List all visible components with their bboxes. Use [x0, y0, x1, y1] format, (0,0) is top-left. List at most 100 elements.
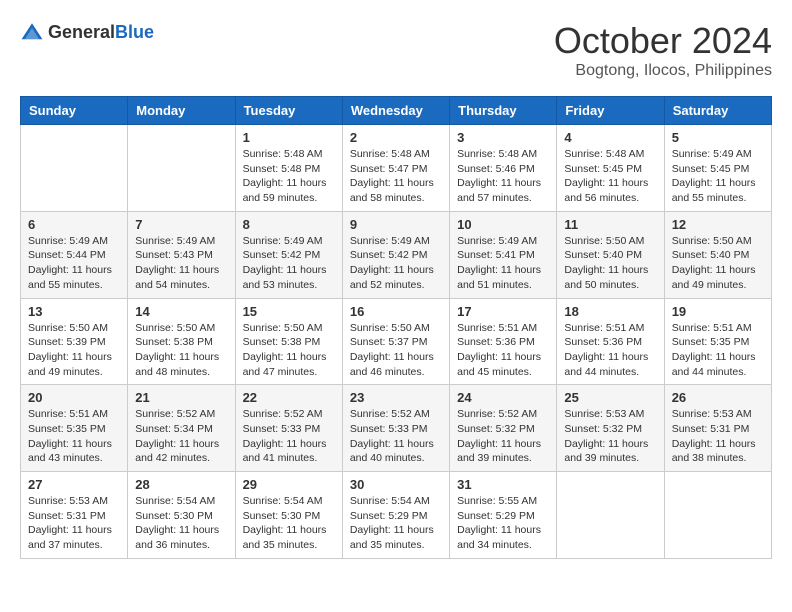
day-number: 11 — [564, 217, 656, 232]
day-info: Sunrise: 5:49 AM Sunset: 5:44 PM Dayligh… — [28, 234, 120, 293]
calendar-cell: 10Sunrise: 5:49 AM Sunset: 5:41 PM Dayli… — [450, 211, 557, 298]
day-number: 23 — [350, 390, 442, 405]
day-info: Sunrise: 5:49 AM Sunset: 5:42 PM Dayligh… — [243, 234, 335, 293]
day-info: Sunrise: 5:51 AM Sunset: 5:36 PM Dayligh… — [564, 321, 656, 380]
day-info: Sunrise: 5:51 AM Sunset: 5:35 PM Dayligh… — [28, 407, 120, 466]
calendar-header-row: Sunday Monday Tuesday Wednesday Thursday… — [21, 97, 772, 125]
day-number: 18 — [564, 304, 656, 319]
calendar-week-2: 6 Sunrise: 5:49 AM Sunset: 5:44 PM Daylig… — [21, 211, 772, 298]
day-number: 22 — [243, 390, 335, 405]
calendar-cell: 2Sunrise: 5:48 AM Sunset: 5:47 PM Daylig… — [342, 125, 449, 212]
day-info: Sunrise: 5:48 AM Sunset: 5:45 PM Dayligh… — [564, 147, 656, 206]
day-number: 1 — [243, 130, 335, 145]
calendar-cell: 21 Sunrise: 5:52 AM Sunset: 5:34 PM Dayli… — [128, 385, 235, 472]
calendar-cell: 20 Sunrise: 5:51 AM Sunset: 5:35 PM Dayli… — [21, 385, 128, 472]
calendar-cell: 12 Sunrise: 5:50 AM Sunset: 5:40 PM Dayli… — [664, 211, 771, 298]
calendar-cell: 11 Sunrise: 5:50 AM Sunset: 5:40 PM Dayli… — [557, 211, 664, 298]
day-number: 12 — [672, 217, 764, 232]
calendar-cell: 14Sunrise: 5:50 AM Sunset: 5:38 PM Dayli… — [128, 298, 235, 385]
calendar-week-1: 1 Sunrise: 5:48 AM Sunset: 5:48 PM Daylig… — [21, 125, 772, 212]
day-info: Sunrise: 5:53 AM Sunset: 5:31 PM Dayligh… — [28, 494, 120, 553]
col-tuesday: Tuesday — [235, 97, 342, 125]
col-thursday: Thursday — [450, 97, 557, 125]
day-number: 26 — [672, 390, 764, 405]
day-info: Sunrise: 5:53 AM Sunset: 5:31 PM Dayligh… — [672, 407, 764, 466]
calendar-cell: 25Sunrise: 5:53 AM Sunset: 5:32 PM Dayli… — [557, 385, 664, 472]
calendar-cell — [557, 472, 664, 559]
day-number: 15 — [243, 304, 335, 319]
day-info: Sunrise: 5:50 AM Sunset: 5:37 PM Dayligh… — [350, 321, 442, 380]
day-info: Sunrise: 5:48 AM Sunset: 5:48 PM Dayligh… — [243, 147, 335, 206]
day-number: 20 — [28, 390, 120, 405]
day-info: Sunrise: 5:49 AM Sunset: 5:45 PM Dayligh… — [672, 147, 764, 206]
col-friday: Friday — [557, 97, 664, 125]
logo-blue: Blue — [115, 22, 154, 42]
col-saturday: Saturday — [664, 97, 771, 125]
col-sunday: Sunday — [21, 97, 128, 125]
calendar-cell: 8Sunrise: 5:49 AM Sunset: 5:42 PM Daylig… — [235, 211, 342, 298]
calendar-week-4: 20 Sunrise: 5:51 AM Sunset: 5:35 PM Dayli… — [21, 385, 772, 472]
day-info: Sunrise: 5:52 AM Sunset: 5:33 PM Dayligh… — [243, 407, 335, 466]
calendar-cell: 18 Sunrise: 5:51 AM Sunset: 5:36 PM Dayli… — [557, 298, 664, 385]
day-number: 13 — [28, 304, 120, 319]
calendar-cell: 26 Sunrise: 5:53 AM Sunset: 5:31 PM Dayli… — [664, 385, 771, 472]
day-info: Sunrise: 5:49 AM Sunset: 5:43 PM Dayligh… — [135, 234, 227, 293]
page-header: GeneralBlue October 2024 Bogtong, Ilocos… — [20, 20, 772, 80]
day-info: Sunrise: 5:50 AM Sunset: 5:40 PM Dayligh… — [564, 234, 656, 293]
day-number: 29 — [243, 477, 335, 492]
day-number: 30 — [350, 477, 442, 492]
month-title: October 2024 — [554, 20, 772, 62]
day-number: 21 — [135, 390, 227, 405]
day-number: 19 — [672, 304, 764, 319]
day-number: 2 — [350, 130, 442, 145]
day-info: Sunrise: 5:52 AM Sunset: 5:32 PM Dayligh… — [457, 407, 549, 466]
calendar-cell: 30Sunrise: 5:54 AM Sunset: 5:29 PM Dayli… — [342, 472, 449, 559]
logo: GeneralBlue — [20, 20, 154, 44]
calendar-cell: 4Sunrise: 5:48 AM Sunset: 5:45 PM Daylig… — [557, 125, 664, 212]
day-number: 31 — [457, 477, 549, 492]
day-info: Sunrise: 5:49 AM Sunset: 5:42 PM Dayligh… — [350, 234, 442, 293]
calendar-cell — [128, 125, 235, 212]
day-number: 16 — [350, 304, 442, 319]
day-info: Sunrise: 5:54 AM Sunset: 5:30 PM Dayligh… — [135, 494, 227, 553]
day-info: Sunrise: 5:51 AM Sunset: 5:36 PM Dayligh… — [457, 321, 549, 380]
calendar-cell: 29 Sunrise: 5:54 AM Sunset: 5:30 PM Dayli… — [235, 472, 342, 559]
day-number: 27 — [28, 477, 120, 492]
day-number: 17 — [457, 304, 549, 319]
day-info: Sunrise: 5:54 AM Sunset: 5:30 PM Dayligh… — [243, 494, 335, 553]
day-info: Sunrise: 5:50 AM Sunset: 5:38 PM Dayligh… — [243, 321, 335, 380]
col-monday: Monday — [128, 97, 235, 125]
day-info: Sunrise: 5:52 AM Sunset: 5:33 PM Dayligh… — [350, 407, 442, 466]
day-number: 6 — [28, 217, 120, 232]
day-number: 5 — [672, 130, 764, 145]
day-number: 10 — [457, 217, 549, 232]
calendar-week-5: 27 Sunrise: 5:53 AM Sunset: 5:31 PM Dayli… — [21, 472, 772, 559]
col-wednesday: Wednesday — [342, 97, 449, 125]
day-info: Sunrise: 5:50 AM Sunset: 5:39 PM Dayligh… — [28, 321, 120, 380]
calendar-cell: 6 Sunrise: 5:49 AM Sunset: 5:44 PM Daylig… — [21, 211, 128, 298]
day-info: Sunrise: 5:51 AM Sunset: 5:35 PM Dayligh… — [672, 321, 764, 380]
calendar-table: Sunday Monday Tuesday Wednesday Thursday… — [20, 96, 772, 559]
calendar-cell: 7Sunrise: 5:49 AM Sunset: 5:43 PM Daylig… — [128, 211, 235, 298]
calendar-cell: 24 Sunrise: 5:52 AM Sunset: 5:32 PM Dayli… — [450, 385, 557, 472]
calendar-cell: 23 Sunrise: 5:52 AM Sunset: 5:33 PM Dayli… — [342, 385, 449, 472]
day-number: 14 — [135, 304, 227, 319]
day-info: Sunrise: 5:52 AM Sunset: 5:34 PM Dayligh… — [135, 407, 227, 466]
calendar-cell: 1 Sunrise: 5:48 AM Sunset: 5:48 PM Daylig… — [235, 125, 342, 212]
calendar-cell — [21, 125, 128, 212]
location-title: Bogtong, Ilocos, Philippines — [554, 62, 772, 80]
calendar-cell: 19 Sunrise: 5:51 AM Sunset: 5:35 PM Dayli… — [664, 298, 771, 385]
calendar-week-3: 13 Sunrise: 5:50 AM Sunset: 5:39 PM Dayli… — [21, 298, 772, 385]
day-number: 28 — [135, 477, 227, 492]
day-number: 9 — [350, 217, 442, 232]
day-number: 3 — [457, 130, 549, 145]
title-section: October 2024 Bogtong, Ilocos, Philippine… — [554, 20, 772, 80]
calendar-cell: 27 Sunrise: 5:53 AM Sunset: 5:31 PM Dayli… — [21, 472, 128, 559]
day-number: 24 — [457, 390, 549, 405]
calendar-cell: 15 Sunrise: 5:50 AM Sunset: 5:38 PM Dayli… — [235, 298, 342, 385]
day-info: Sunrise: 5:50 AM Sunset: 5:40 PM Dayligh… — [672, 234, 764, 293]
calendar-cell: 5 Sunrise: 5:49 AM Sunset: 5:45 PM Daylig… — [664, 125, 771, 212]
logo-icon — [20, 20, 44, 44]
calendar-cell: 16 Sunrise: 5:50 AM Sunset: 5:37 PM Dayli… — [342, 298, 449, 385]
logo-general: General — [48, 22, 115, 42]
